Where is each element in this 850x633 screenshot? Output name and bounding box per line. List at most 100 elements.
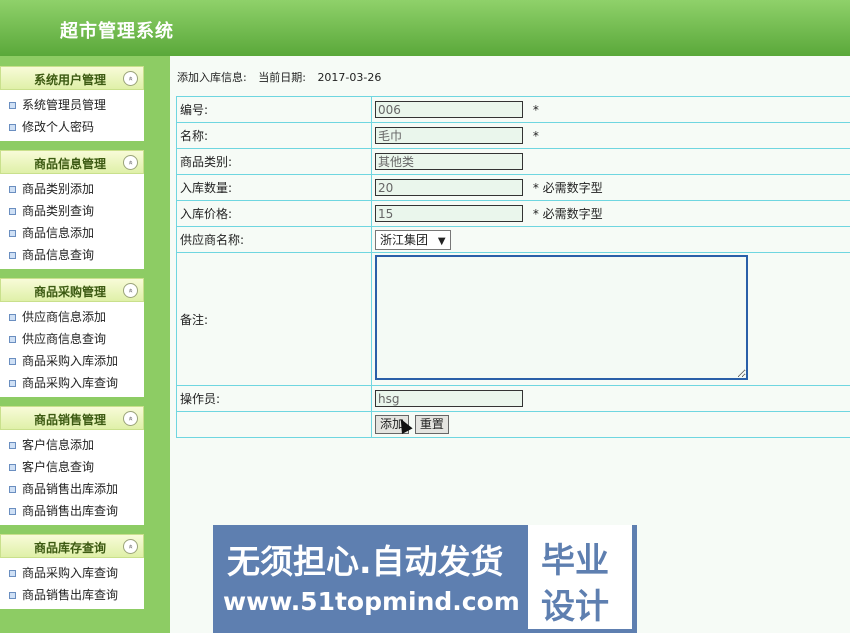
form-row-remark: 备注: [176,252,850,386]
bullet-icon [9,314,16,321]
section-header[interactable]: 商品采购管理 » [0,278,144,302]
date-value: 2017-03-26 [317,71,382,84]
banner-logo-box: 毕业 设计 [528,525,632,629]
banner-url: www.51topmind.com [223,587,520,616]
field-label: 入库价格: [176,200,372,227]
section-header[interactable]: 商品库存查询 » [0,534,144,558]
name-input[interactable] [375,127,523,144]
sidebar-section-system-users: 系统用户管理 » 系统管理员管理 修改个人密码 [0,66,144,141]
section-body: 商品类别添加 商品类别查询 商品信息添加 商品信息查询 [0,174,144,269]
stock-in-form: 编号: * 名称: * 商品类别: 入库数量: * 必需数字型 入库价格: * … [176,96,850,438]
sidebar-item-inventory-out-query[interactable]: 商品销售出库查询 [0,584,144,606]
section-title: 商品信息管理 [33,157,106,171]
watermark-banner: 无须担心.自动发货 www.51topmind.com 毕业 设计 [213,525,637,633]
field-label: 入库数量: [176,174,372,201]
collapse-icon[interactable]: » [123,539,138,554]
sidebar-item-label: 商品信息添加 [22,226,95,240]
sidebar-item-customer-query[interactable]: 客户信息查询 [0,456,144,478]
sidebar-item-product-add[interactable]: 商品信息添加 [0,222,144,244]
sidebar-item-change-password[interactable]: 修改个人密码 [0,116,144,138]
field-label: 供应商名称: [176,226,372,253]
section-body: 供应商信息添加 供应商信息查询 商品采购入库添加 商品采购入库查询 [0,302,144,397]
sidebar-item-category-query[interactable]: 商品类别查询 [0,200,144,222]
sidebar-item-label: 商品销售出库查询 [22,588,119,602]
sidebar-item-label: 商品销售出库添加 [22,482,119,496]
bullet-icon [9,124,16,131]
bullet-icon [9,208,16,215]
banner-logo-line2: 设计 [541,587,609,627]
price-input[interactable] [375,205,523,223]
collapse-icon[interactable]: » [123,155,138,170]
field-label: 编号: [176,96,372,123]
sidebar-section-inventory: 商品库存查询 » 商品采购入库查询 商品销售出库查询 [0,534,144,609]
bullet-icon [9,570,16,577]
section-body: 系统管理员管理 修改个人密码 [0,90,144,141]
quantity-input[interactable] [375,179,523,197]
date-label: 当前日期: [258,71,306,84]
reset-button[interactable]: 重置 [414,415,449,434]
bullet-icon [9,358,16,365]
sidebar-section-purchase: 商品采购管理 » 供应商信息添加 供应商信息查询 商品采购入库添加 商品采购入库… [0,278,144,397]
sidebar-item-inventory-in-query[interactable]: 商品采购入库查询 [0,562,144,584]
form-row-actions: 添加 重置 [176,411,850,438]
section-header[interactable]: 系统用户管理 » [0,66,144,90]
supplier-selected-value: 浙江集团 [380,232,429,247]
section-header[interactable]: 商品销售管理 » [0,406,144,430]
sidebar-item-stock-out-query[interactable]: 商品销售出库查询 [0,500,144,522]
sidebar-item-stock-in-add[interactable]: 商品采购入库添加 [0,350,144,372]
category-input[interactable] [375,153,523,170]
bullet-icon [9,464,16,471]
required-mark: * [532,102,539,117]
sidebar-item-stock-in-query[interactable]: 商品采购入库查询 [0,372,144,394]
banner-slogan: 无须担心.自动发货 [227,542,504,581]
field-label: 备注: [176,252,372,386]
required-mark: * [532,129,539,143]
form-row-price: 入库价格: * 必需数字型 [176,200,850,227]
app-header: 超市管理系统 [0,0,850,56]
operator-input[interactable] [375,390,523,407]
collapse-icon[interactable]: » [123,411,138,426]
sidebar-item-label: 商品信息查询 [22,248,95,262]
section-title: 商品采购管理 [33,285,106,299]
sidebar-item-category-add[interactable]: 商品类别添加 [0,178,144,200]
sidebar-item-label: 供应商信息添加 [22,310,107,324]
form-heading: 添加入库信息: 当前日期: 2017-03-26 [177,69,389,85]
bullet-icon [9,442,16,449]
sidebar-item-product-query[interactable]: 商品信息查询 [0,244,144,266]
supplier-select[interactable]: 浙江集团 ▼ [375,229,451,250]
sidebar-item-label: 商品销售出库查询 [22,504,119,518]
sidebar-item-label: 商品采购入库查询 [22,376,119,390]
form-row-code: 编号: * [176,96,850,123]
form-row-name: 名称: * [176,122,850,149]
form-row-category: 商品类别: [176,148,850,175]
required-hint: * 必需数字型 [532,206,603,221]
collapse-icon[interactable]: » [123,71,138,86]
required-hint: * 必需数字型 [532,180,603,195]
bullet-icon [9,508,16,515]
sidebar-item-stock-out-add[interactable]: 商品销售出库添加 [0,478,144,500]
sidebar-item-label: 商品采购入库查询 [22,566,119,580]
field-label: 名称: [176,122,372,149]
sidebar-section-product-info: 商品信息管理 » 商品类别添加 商品类别查询 商品信息添加 商品信息查询 [0,150,144,269]
sidebar-item-admin-manage[interactable]: 系统管理员管理 [0,94,144,116]
field-label: 操作员: [176,385,372,412]
section-header[interactable]: 商品信息管理 » [0,150,144,174]
sidebar: 系统用户管理 » 系统管理员管理 修改个人密码 商品信息管理 » 商品类别添加 … [0,56,170,633]
sidebar-item-label: 客户信息查询 [22,460,95,474]
sidebar-item-supplier-query[interactable]: 供应商信息查询 [0,328,144,350]
chevron-down-icon: ▼ [437,235,446,247]
sidebar-item-label: 商品采购入库添加 [22,354,119,368]
collapse-icon[interactable]: » [123,283,138,298]
bullet-icon [9,592,16,599]
bullet-icon [9,336,16,343]
sidebar-item-customer-add[interactable]: 客户信息添加 [0,434,144,456]
remark-textarea[interactable] [375,255,748,380]
sidebar-item-label: 修改个人密码 [22,120,95,134]
sidebar-item-supplier-add[interactable]: 供应商信息添加 [0,306,144,328]
sidebar-section-sales: 商品销售管理 » 客户信息添加 客户信息查询 商品销售出库添加 商品销售出库查询 [0,406,144,525]
code-input[interactable] [375,101,523,118]
sidebar-item-label: 商品类别查询 [22,204,95,218]
bullet-icon [9,380,16,387]
sidebar-item-label: 商品类别添加 [22,182,95,196]
section-title: 系统用户管理 [33,73,106,87]
